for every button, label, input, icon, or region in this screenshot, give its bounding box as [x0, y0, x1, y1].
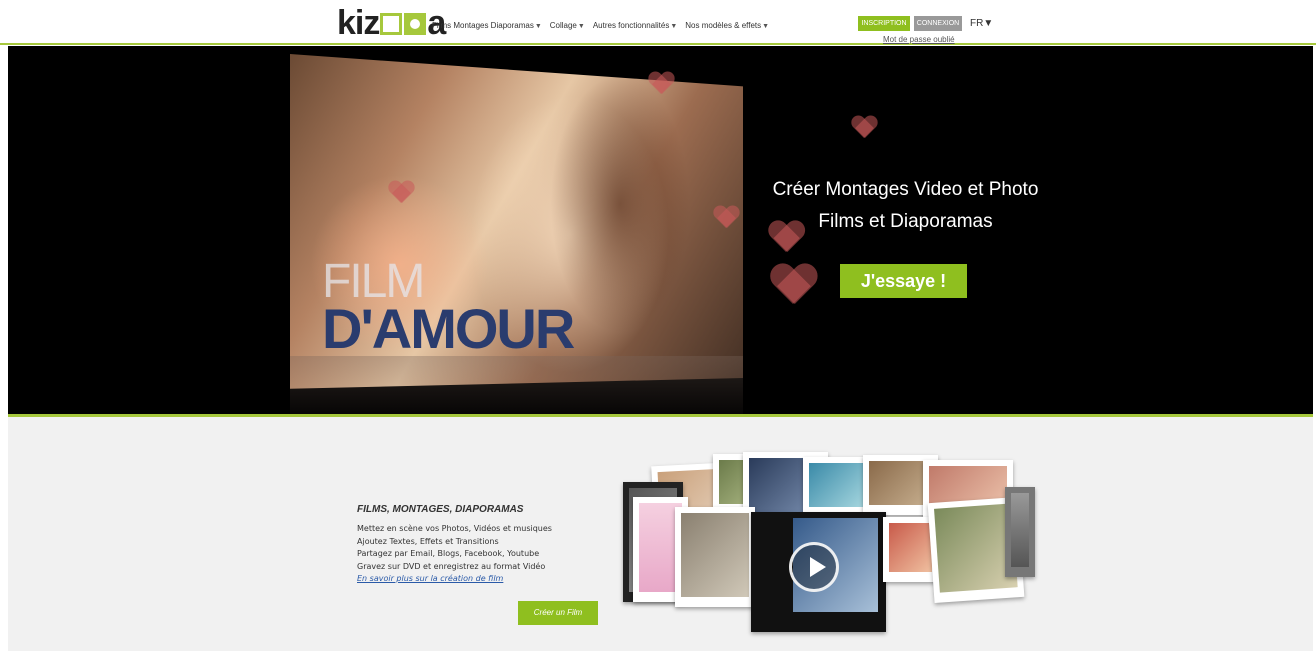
logo-o-icon [380, 13, 403, 35]
nav-other-features[interactable]: Autres fonctionnalités▼ [593, 21, 677, 30]
nav-collage-label: Collage [549, 21, 577, 30]
features-list: Mettez en scène vos Photos, Vidéos et mu… [357, 523, 552, 586]
kizoa-logo[interactable]: kiz a [337, 4, 446, 42]
hero-headline-line2: Films et Diaporamas [818, 211, 993, 232]
nav-templates-label: Nos modèles & effets [685, 21, 762, 30]
hero-headline-line1: Créer Montages Video et Photo [772, 179, 1039, 200]
heart-icon [388, 181, 414, 205]
chevron-down-icon: ▼ [534, 23, 542, 30]
site-header: kiz a Films Montages Diaporamas▼ Collage… [0, 0, 1316, 45]
feature-line: Ajoutez Textes, Effets et Transitions [357, 536, 499, 546]
heart-icon [648, 72, 674, 96]
chevron-down-icon: ▼ [762, 23, 770, 30]
chevron-down-icon: ▼ [577, 23, 585, 30]
forgot-password-link[interactable]: Mot de passe oublié [883, 35, 955, 44]
nav-films-label: Films Montages Diaporamas [432, 21, 534, 30]
features-section: FILMS, MONTAGES, DIAPORAMAS Mettez en sc… [8, 417, 1313, 651]
feature-line: Partagez par Email, Blogs, Facebook, You… [357, 549, 540, 558]
logo-text-start: kiz [337, 4, 380, 42]
chevron-down-icon: ▼ [670, 23, 678, 30]
feature-line: Gravez sur DVD et enregistrez au format … [357, 561, 546, 571]
signup-button[interactable]: INSCRIPTION [858, 16, 910, 31]
film-title-line2: D'AMOUR [322, 297, 575, 360]
heart-icon [851, 116, 877, 140]
create-film-button[interactable]: Créer un Film [518, 601, 598, 625]
feature-line: Mettez en scène vos Photos, Vidéos et mu… [357, 524, 552, 533]
nav-collage[interactable]: Collage▼ [550, 21, 585, 30]
heart-icon [770, 264, 817, 307]
hero-banner: FILM D'AMOUR Créer Montages Video et Pho… [8, 46, 1313, 416]
photo-collage-image [613, 452, 1043, 647]
hero-reflection [290, 356, 743, 416]
try-it-button[interactable]: J'essaye ! [840, 264, 967, 298]
main-nav: Films Montages Diaporamas▼ Collage▼ Autr… [432, 21, 769, 30]
features-title: FILMS, MONTAGES, DIAPORAMAS [357, 504, 524, 515]
logo-o-filled-icon [404, 13, 427, 35]
nav-templates[interactable]: Nos modèles & effets▼ [685, 21, 769, 30]
play-icon [789, 542, 839, 592]
language-selector[interactable]: FR▼ [970, 18, 993, 29]
nav-other-features-label: Autres fonctionnalités [592, 21, 670, 30]
nav-films[interactable]: Films Montages Diaporamas▼ [432, 21, 542, 30]
learn-more-link[interactable]: En savoir plus sur la création de film [357, 573, 552, 586]
heart-icon [713, 206, 739, 230]
login-button[interactable]: CONNEXION [914, 16, 962, 31]
